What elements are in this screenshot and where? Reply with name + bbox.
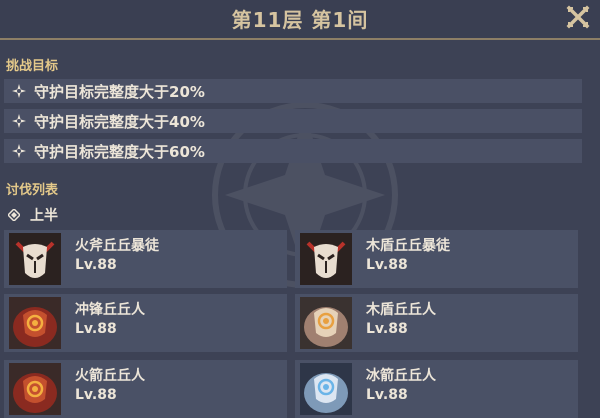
objectives-heading: 挑战目标 — [6, 59, 59, 74]
chamber-title: 第11层 第1间 — [231, 8, 369, 32]
enemy-level: Lv.88 — [75, 321, 117, 337]
header-divider — [0, 38, 600, 40]
enemy-list-heading: 讨伐列表 — [6, 183, 59, 198]
cryo-archer-hilichurl-icon — [300, 363, 352, 415]
enemy-card[interactable]: 木盾丘丘人 Lv.88 — [295, 294, 578, 352]
objective-text: 守护目标完整度大于20% — [34, 82, 205, 101]
enemy-name: 冰箭丘丘人 — [366, 368, 436, 384]
half-label-text: 上半 — [30, 208, 58, 224]
star-icon — [12, 84, 26, 98]
enemy-level: Lv.88 — [366, 257, 408, 273]
mitachurl-mask-icon — [300, 233, 352, 285]
pyro-hilichurl-icon — [9, 297, 61, 349]
mitachurl-mask-icon — [9, 233, 61, 285]
enemy-level: Lv.88 — [75, 387, 117, 403]
objective-text: 守护目标完整度大于40% — [34, 112, 205, 131]
enemy-card[interactable]: 火箭丘丘人 Lv.88 — [4, 360, 287, 418]
enemy-name: 木盾丘丘暴徒 — [366, 238, 450, 254]
enemy-level: Lv.88 — [366, 387, 408, 403]
enemy-level: Lv.88 — [75, 257, 117, 273]
enemy-name: 火箭丘丘人 — [75, 368, 145, 384]
diamond-icon — [8, 209, 20, 221]
star-icon — [12, 144, 26, 158]
enemy-level: Lv.88 — [366, 321, 408, 337]
first-half-label: 上半 — [8, 205, 58, 225]
pyro-archer-hilichurl-icon — [9, 363, 61, 415]
objective-row: 守护目标完整度大于20% — [4, 79, 582, 103]
close-icon[interactable] — [566, 5, 590, 29]
objective-text: 守护目标完整度大于60% — [34, 142, 205, 161]
enemy-card[interactable]: 冲锋丘丘人 Lv.88 — [4, 294, 287, 352]
header-bar: 第11层 第1间 — [0, 0, 600, 38]
objective-row: 守护目标完整度大于60% — [4, 139, 582, 163]
objective-row: 守护目标完整度大于40% — [4, 109, 582, 133]
enemy-card[interactable]: 火斧丘丘暴徒 Lv.88 — [4, 230, 287, 288]
enemy-name: 木盾丘丘人 — [366, 302, 436, 318]
enemy-name: 火斧丘丘暴徒 — [75, 238, 159, 254]
wooden-hilichurl-icon — [300, 297, 352, 349]
enemy-name: 冲锋丘丘人 — [75, 302, 145, 318]
enemy-card[interactable]: 木盾丘丘暴徒 Lv.88 — [295, 230, 578, 288]
star-icon — [12, 114, 26, 128]
enemy-card[interactable]: 冰箭丘丘人 Lv.88 — [295, 360, 578, 418]
